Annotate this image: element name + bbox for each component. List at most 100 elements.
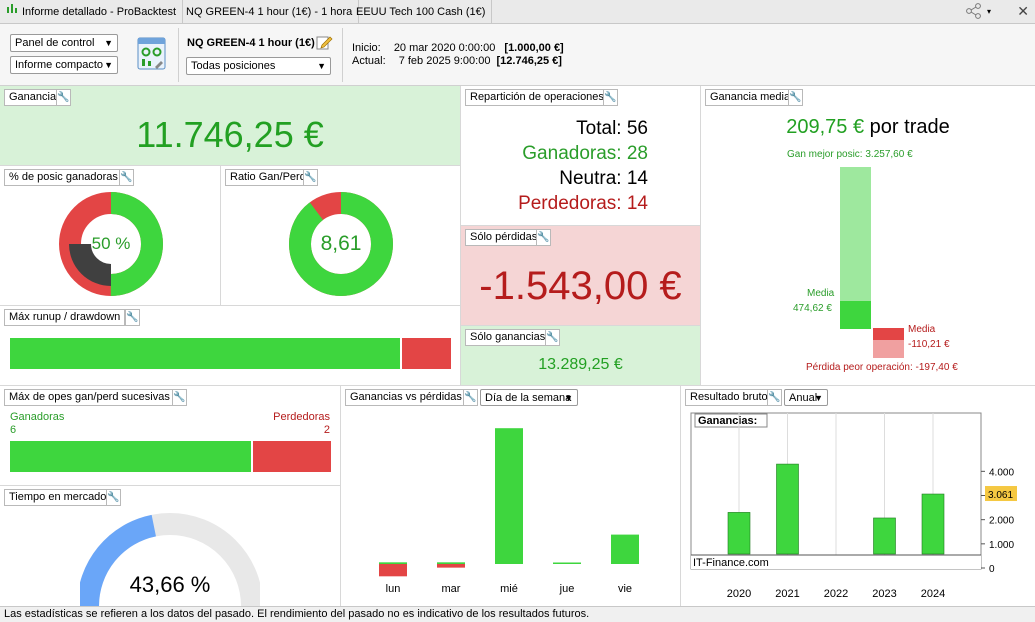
chevron-down-icon: ▼ [104, 38, 113, 48]
close-icon[interactable]: ✕ [1017, 3, 1029, 20]
positions-select[interactable]: Todas posiciones ▼ [186, 57, 331, 75]
gain-bar [611, 534, 639, 564]
x-tick-label: 2022 [824, 588, 848, 600]
watermark-label: IT-Finance.com [693, 557, 769, 569]
panel-title: Máx runup / drawdown [4, 309, 126, 326]
winning-pct-value: 50 % [91, 234, 131, 253]
tab-label: Informe detallado - ProBacktest [22, 6, 177, 18]
ratio-value: 8,61 [320, 232, 362, 255]
consecutive-lose-label: Perdedoras [273, 411, 330, 423]
chart-icon [6, 0, 18, 24]
panel-title: Sólo ganancias [465, 329, 551, 346]
x-tick-label: 2023 [872, 588, 896, 600]
losers-row: Perdedoras: 14 [518, 191, 648, 216]
current-value-label: 3.061 [988, 490, 1013, 501]
status-bar: Las estadísticas se refieren a los datos… [0, 606, 1035, 622]
wrench-icon[interactable]: 🔧 [119, 169, 134, 186]
wrench-icon[interactable]: 🔧 [545, 329, 560, 346]
neutral-label: Neutra: [559, 168, 622, 189]
consecutive-trades-panel: Máx de opes gan/perd sucesivas 🔧 Ganador… [0, 386, 341, 486]
panel-select-value: Panel de control [15, 37, 95, 49]
y-tick-label: 4.000 [989, 467, 1014, 478]
legend-label: Ganancias: [698, 415, 757, 427]
x-tick-label: 2021 [775, 588, 799, 600]
end-label: Actual: [352, 55, 386, 67]
start-value: [1.000,00 €] [504, 42, 564, 54]
chevron-down-icon: ▼ [317, 61, 326, 71]
loss-bar [379, 564, 407, 577]
worst-loss-label: Pérdida peor operación: -197,40 € [806, 362, 958, 373]
report-select[interactable]: Informe compacto ▼ [10, 56, 118, 74]
gains-vs-losses-chart: lun mar mié jue vie [379, 428, 639, 595]
losers-label: Perdedoras: [518, 193, 622, 214]
gains-value: 13.289,25 € [538, 356, 623, 373]
divider [178, 28, 179, 82]
wrench-icon[interactable]: 🔧 [536, 229, 551, 246]
x-tick-label: jue [559, 583, 575, 595]
wrench-icon[interactable]: 🔧 [106, 489, 121, 506]
total-label: Total: [576, 118, 622, 139]
y-tick-label: 1.000 [989, 540, 1014, 551]
gain-bar [379, 562, 407, 564]
winners-label: Ganadoras: [522, 143, 622, 164]
gains-vs-losses-panel: Ganancias vs pérdidas 🔧 Día de la semana… [341, 386, 681, 606]
wrench-icon[interactable]: 🔧 [125, 309, 140, 326]
gain-bar [495, 428, 523, 564]
wrench-icon[interactable]: 🔧 [56, 89, 71, 106]
consecutive-lose-value: 2 [323, 424, 330, 436]
end-info: Actual: 7 feb 2025 9:00:00 [12.746,25 €] [352, 55, 562, 67]
chevron-down-icon[interactable]: ▾ [987, 7, 991, 16]
system-name: NQ GREEN-4 1 hour (1€) [187, 37, 315, 49]
x-tick-label: 2024 [921, 588, 945, 600]
wrench-icon[interactable]: 🔧 [303, 169, 318, 186]
edit-icon[interactable] [316, 34, 333, 53]
x-tick-label: 2020 [727, 588, 751, 600]
wrench-icon[interactable]: 🔧 [603, 89, 618, 106]
consecutive-win-label: Ganadoras [10, 411, 65, 423]
wrench-icon[interactable]: 🔧 [788, 89, 803, 106]
panel-title: Ratio Gan/Perd [225, 169, 311, 186]
report-settings-icon[interactable] [136, 37, 168, 74]
tab-system[interactable]: NQ GREEN-4 1 hour (1€) - 1 hora [180, 0, 360, 24]
x-tick-label: mar [442, 583, 461, 595]
profit-value: 11.746,25 € [136, 114, 324, 155]
average-loss-value: -110,21 € [908, 339, 950, 350]
average-win-bar [840, 301, 871, 329]
time-in-market-panel: Tiempo en mercado 🔧 43,66 % [0, 486, 341, 606]
distribution-list: Total: 56 Ganadoras: 28 Neutra: 14 Perde… [518, 116, 648, 216]
y-tick-label: 0 [989, 564, 995, 575]
losses-only-panel: Sólo pérdidas 🔧 -1.543,00 € [461, 226, 701, 326]
winning-pct-panel: % de posic ganadoras 🔧 50 % [0, 166, 221, 306]
wrench-icon[interactable]: 🔧 [172, 389, 187, 406]
runup-bar [10, 338, 400, 369]
x-tick-label: mié [500, 583, 518, 595]
x-tick-label: lun [386, 583, 401, 595]
year-bar [776, 463, 799, 555]
y-tick-label: 2.000 [989, 516, 1014, 527]
positions-select-value: Todas posiciones [191, 60, 276, 72]
neutral-count: 14 [626, 168, 648, 189]
gross-result-panel: Resultado bruto 🔧 Anual ▼ Ganancias: 4.000… [681, 386, 1035, 606]
panel-title: Sólo pérdidas [465, 229, 543, 246]
gains-only-panel: Sólo ganancias 🔧 13.289,25 € [461, 326, 701, 386]
tab-label: EEUU Tech 100 Cash (1€) [356, 6, 486, 18]
gain-bar [437, 562, 465, 564]
tab-instrument[interactable]: EEUU Tech 100 Cash (1€) [350, 0, 493, 24]
tab-bar: Informe detallado - ProBacktest NQ GREEN… [0, 0, 1035, 24]
market-time-value: 43,66 % [129, 572, 211, 597]
tab-detailed-report[interactable]: Informe detallado - ProBacktest [0, 0, 184, 24]
win-loss-ratio-panel: Ratio Gan/Perd 🔧 8,61 [221, 166, 461, 306]
runup-drawdown-panel: Máx runup / drawdown 🔧 [0, 306, 461, 386]
losses-value: -1.543,00 € [479, 264, 682, 308]
panel-select[interactable]: Panel de control ▼ [10, 34, 118, 52]
panel-title: Tiempo en mercado [4, 489, 112, 506]
start-date: 20 mar 2020 0:00:00 [393, 42, 496, 54]
total-count: 56 [626, 118, 648, 139]
panel-title: Repartición de operaciones [465, 89, 609, 106]
share-icon[interactable] [965, 3, 983, 22]
toolbar: Panel de control ▼ Informe compacto ▼ NQ G… [0, 24, 1035, 86]
winners-count: 28 [626, 143, 648, 164]
panel-title: Ganancia [4, 89, 62, 106]
year-bar [921, 493, 945, 555]
average-win-label: Media [807, 288, 835, 299]
